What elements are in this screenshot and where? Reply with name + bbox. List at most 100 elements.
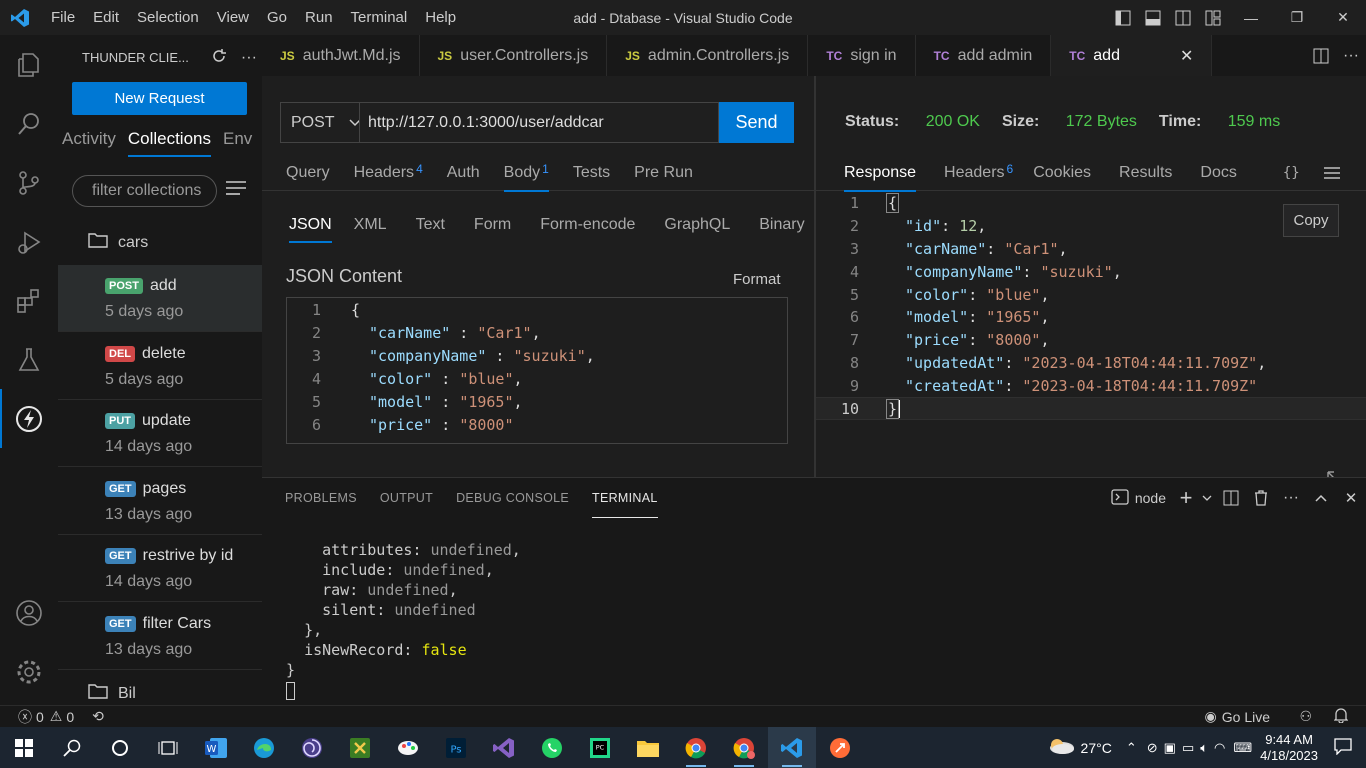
accounts-status-icon[interactable]: ⚇ [1299, 708, 1312, 725]
menu-item-go[interactable]: Go [267, 9, 287, 26]
request-item[interactable]: GET filter Cars 13 days ago [58, 603, 262, 670]
restore-button[interactable]: ❐ [1274, 0, 1320, 35]
split-terminal-icon[interactable] [1216, 478, 1246, 518]
editor-tab[interactable]: JS authJwt.Md.js [262, 35, 420, 76]
panel-tab-problems[interactable]: PROBLEMS [285, 478, 357, 518]
source-control-icon[interactable] [0, 153, 58, 212]
more-actions-icon[interactable]: ··· [241, 49, 257, 67]
accounts-icon[interactable] [0, 583, 58, 642]
clock[interactable]: 9:44 AM 4/18/2023 [1260, 732, 1318, 764]
toggle-primary-sidebar-icon[interactable] [1108, 0, 1138, 35]
meet-now-icon[interactable]: ▣ [1164, 740, 1176, 756]
trash-icon[interactable] [1246, 478, 1276, 518]
tab-body[interactable]: Body 1 [480, 154, 549, 192]
wifi-icon[interactable]: ◠ [1214, 740, 1225, 756]
maximize-panel-icon[interactable] [1306, 478, 1336, 518]
refresh-icon[interactable] [211, 48, 227, 67]
testing-flask-icon[interactable] [0, 330, 58, 389]
editor-tab[interactable]: TC add ✕ [1051, 35, 1213, 76]
panel-tab-debug-console[interactable]: DEBUG CONSOLE [456, 478, 569, 518]
tab-docs[interactable]: Docs [1200, 154, 1236, 191]
new-terminal-icon[interactable]: + [1174, 478, 1198, 518]
spiral-app-icon[interactable] [288, 727, 336, 768]
body-tab-binary[interactable]: Binary [759, 207, 804, 243]
terminal-output[interactable]: attributes: undefined, include: undefine… [286, 540, 521, 700]
more-actions-icon[interactable]: ··· [1276, 478, 1306, 518]
word-app-icon[interactable]: W [192, 727, 240, 768]
run-debug-icon[interactable] [0, 212, 58, 271]
editor-tab[interactable]: TC sign in [808, 35, 916, 76]
tab-env[interactable]: Env [223, 129, 252, 157]
terminal-select[interactable]: node [1111, 488, 1166, 508]
menu-item-file[interactable]: File [51, 9, 75, 26]
tab-activity[interactable]: Activity [62, 129, 116, 157]
tab-cookies[interactable]: Cookies [1033, 154, 1091, 191]
edge-browser-icon[interactable] [240, 727, 288, 768]
weather-cloud-icon[interactable] [1047, 737, 1075, 758]
body-tab-text[interactable]: Text [416, 207, 445, 243]
network-icon[interactable]: ⊘ [1147, 740, 1158, 756]
toggle-secondary-sidebar-icon[interactable] [1168, 0, 1198, 35]
cortana-icon[interactable] [96, 727, 144, 768]
editor-tab[interactable]: TC add admin [916, 35, 1052, 76]
tab-response[interactable]: Response [844, 154, 917, 192]
weather-temperature[interactable]: 27°C [1081, 740, 1112, 756]
visual-studio-icon[interactable] [480, 727, 528, 768]
notification-center-icon[interactable] [1334, 737, 1352, 758]
body-tab-form[interactable]: Form [474, 207, 511, 243]
start-windows-icon[interactable] [0, 727, 48, 768]
format-button[interactable]: Format [733, 271, 781, 288]
thunder-client-icon[interactable] [0, 389, 58, 448]
body-tab-xml[interactable]: XML [354, 207, 387, 243]
close-tab-icon[interactable]: ✕ [1180, 46, 1193, 66]
paint-app-icon[interactable] [384, 727, 432, 768]
menu-icon[interactable] [226, 180, 246, 199]
request-item[interactable]: GET pages 13 days ago [58, 468, 262, 535]
tab-response-headers[interactable]: Headers 6 [944, 154, 1013, 191]
task-view-icon[interactable] [144, 727, 192, 768]
excel-like-app-icon[interactable] [336, 727, 384, 768]
tab-results[interactable]: Results [1119, 154, 1172, 191]
send-button[interactable]: Send [719, 102, 794, 143]
braces-icon[interactable]: {} [1283, 154, 1300, 191]
editor-tab[interactable]: JS user.Controllers.js [420, 35, 608, 76]
body-tab-form-encode[interactable]: Form-encode [540, 207, 635, 243]
search-icon[interactable] [0, 94, 58, 153]
vscode-taskbar-icon[interactable] [768, 727, 816, 768]
body-tab-graphql[interactable]: GraphQL [664, 207, 730, 243]
menu-item-terminal[interactable]: Terminal [351, 9, 408, 26]
menu-item-view[interactable]: View [217, 9, 249, 26]
customize-layout-icon[interactable] [1198, 0, 1228, 35]
minimize-button[interactable]: — [1228, 0, 1274, 35]
file-explorer-icon[interactable] [624, 727, 672, 768]
collection-folder-partial[interactable]: Bil [88, 683, 136, 704]
problems-status[interactable]: ⓧ 0 ⚠ 0 [18, 707, 74, 727]
panel-tab-output[interactable]: OUTPUT [380, 478, 433, 518]
menu-item-selection[interactable]: Selection [137, 9, 199, 26]
search-icon[interactable] [48, 727, 96, 768]
menu-item-help[interactable]: Help [425, 9, 456, 26]
tab-auth[interactable]: Auth [423, 154, 480, 191]
close-window-button[interactable]: ✕ [1320, 0, 1366, 35]
tab-tests[interactable]: Tests [549, 154, 610, 191]
request-item[interactable]: POST add 5 days ago [58, 265, 262, 332]
tab-headers[interactable]: Headers 4 [330, 154, 423, 191]
photoshop-app-icon[interactable]: Ps [432, 727, 480, 768]
menu-item-edit[interactable]: Edit [93, 9, 119, 26]
whatsapp-icon[interactable] [528, 727, 576, 768]
panel-tab-terminal[interactable]: TERMINAL [592, 478, 658, 518]
explorer-icon[interactable] [0, 35, 58, 94]
copy-button[interactable]: Copy [1283, 204, 1339, 237]
broadcast-icon[interactable]: ⟲ [92, 708, 104, 725]
manage-gear-icon[interactable] [0, 642, 58, 701]
pycharm-icon[interactable]: PC [576, 727, 624, 768]
notifications-bell-icon[interactable] [1333, 707, 1349, 726]
postman-icon[interactable] [816, 727, 864, 768]
chrome-profile-icon[interactable] [720, 727, 768, 768]
extensions-icon[interactable] [0, 271, 58, 330]
new-request-button[interactable]: New Request [72, 82, 247, 115]
volume-icon[interactable]: 🔈︎ [1200, 740, 1208, 756]
filter-collections-input[interactable]: filter collections [72, 175, 217, 207]
chrome-icon[interactable] [672, 727, 720, 768]
go-live-button[interactable]: ◉ Go Live [1205, 708, 1270, 725]
